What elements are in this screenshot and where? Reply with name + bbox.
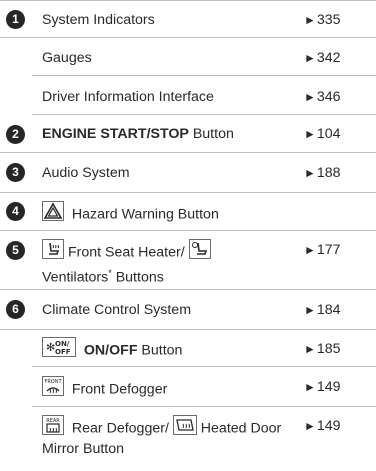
item-number-badge: 5 — [6, 241, 25, 260]
index-row-hazard-warning-button: 4 Hazard Warning Button — [0, 193, 376, 231]
item-number-badge: 1 — [6, 10, 25, 29]
item-number-badge: 4 — [6, 202, 25, 221]
page-reference[interactable]: ►335 — [304, 10, 341, 30]
page-number: 184 — [316, 302, 341, 318]
index-label-text-line1b: Heated Door — [200, 420, 282, 437]
index-row-audio-system: 3 Audio System ►188 — [0, 153, 376, 193]
index-label: Climate Control System — [42, 302, 192, 318]
heated-mirror-icon — [172, 415, 197, 442]
item-number-badge: 3 — [6, 163, 25, 182]
index-label-rest: Button — [188, 126, 234, 142]
arrow-right-icon: ► — [304, 243, 316, 257]
item-number-badge: 2 — [6, 125, 25, 144]
page-reference[interactable]: ►346 — [304, 87, 341, 107]
index-label: System Indicators — [42, 12, 155, 28]
arrow-right-icon: ► — [304, 13, 316, 27]
arrow-right-icon: ► — [304, 342, 316, 356]
index-label: ENGINE START/STOP Button — [42, 123, 234, 145]
svg-text:REAR: REAR — [46, 418, 60, 424]
page-reference[interactable]: ►104 — [304, 124, 341, 144]
index-label-line2: Ventilators* Buttons — [42, 262, 164, 289]
item-number-badge: 6 — [6, 300, 25, 319]
index-row-rear-defogger-heated-mirror: REAR Rear Defogger/ Heated Door Mirror B… — [0, 407, 376, 471]
index-label: FRONT Front Defogger — [42, 376, 167, 403]
climate-on-off-icon: ✻ ON/OFF — [42, 337, 76, 364]
index-label-text: Front Defogger — [71, 381, 168, 398]
index-label: Driver Information Interface — [42, 89, 214, 105]
index-label-line2: Mirror Button — [42, 441, 124, 457]
svg-text:OFF: OFF — [55, 348, 71, 356]
hazard-warning-icon — [42, 201, 64, 228]
index-label-text-line2: Ventilators — [42, 269, 109, 286]
index-label: Audio System — [42, 165, 130, 181]
arrow-right-icon: ► — [304, 166, 316, 180]
arrow-right-icon: ► — [304, 127, 316, 141]
svg-text:✻: ✻ — [46, 341, 55, 354]
page-reference[interactable]: ►177 — [304, 240, 341, 260]
index-label: Hazard Warning Button — [42, 201, 219, 228]
index-table: 1 System Indicators ►335 Gauges ►342 Dri… — [0, 0, 376, 470]
svg-text:ON/: ON/ — [55, 340, 70, 348]
page-reference[interactable]: ►149 — [304, 416, 341, 436]
arrow-right-icon: ► — [304, 303, 316, 317]
page-reference[interactable]: ►149 — [304, 377, 341, 397]
index-row-climate-control-system: 6 Climate Control System ►184 — [0, 290, 376, 330]
page-reference[interactable]: ►185 — [304, 339, 341, 359]
page-number: 149 — [316, 379, 341, 395]
page-number: 177 — [316, 242, 341, 258]
seat-ventilator-icon — [188, 239, 211, 266]
index-label-text-line1a: Rear Defogger/ — [71, 420, 173, 437]
index-row-front-defogger: FRONT Front Defogger ►149 — [32, 367, 376, 407]
index-label-rest: Button — [137, 342, 183, 359]
index-label: ✻ ON/OFF ON/OFF Button — [42, 337, 182, 364]
index-row-driver-information-interface: Driver Information Interface ►346 — [32, 76, 376, 115]
page-number: 185 — [316, 341, 341, 357]
svg-text:FRONT: FRONT — [44, 379, 62, 385]
arrow-right-icon: ► — [304, 419, 316, 433]
page-number: 346 — [316, 89, 341, 105]
arrow-right-icon: ► — [304, 90, 316, 104]
index-label-bold: ON/OFF — [83, 342, 138, 359]
page-reference[interactable]: ►184 — [304, 300, 341, 320]
page-number: 335 — [316, 12, 341, 28]
index-row-engine-start-stop: 2 ENGINE START/STOP Button ►104 — [0, 115, 376, 153]
page-number: 104 — [316, 126, 341, 142]
index-label: Gauges — [42, 50, 92, 66]
index-label-text-line1: Front Seat Heater/ — [67, 244, 189, 261]
page-number: 342 — [316, 50, 341, 66]
front-defogger-icon: FRONT — [42, 376, 64, 403]
index-row-seat-heater-ventilators: 5 Front Seat Heater/ Ventilators* Button… — [0, 231, 376, 290]
index-label-text-line2b: Buttons — [111, 269, 164, 286]
page-reference[interactable]: ►188 — [304, 163, 341, 183]
index-label-bold: ENGINE START/STOP — [42, 126, 189, 142]
page-number: 188 — [316, 165, 341, 181]
page-number: 149 — [316, 418, 341, 434]
arrow-right-icon: ► — [304, 51, 316, 65]
arrow-right-icon: ► — [304, 380, 316, 394]
index-label-text: Hazard Warning Button — [71, 206, 219, 223]
index-row-on-off-button: ✻ ON/OFF ON/OFF Button ►185 — [32, 330, 376, 367]
index-row-system-indicators: 1 System Indicators ►335 — [0, 1, 376, 38]
page-reference[interactable]: ►342 — [304, 48, 341, 68]
index-row-gauges: Gauges ►342 — [32, 38, 376, 76]
